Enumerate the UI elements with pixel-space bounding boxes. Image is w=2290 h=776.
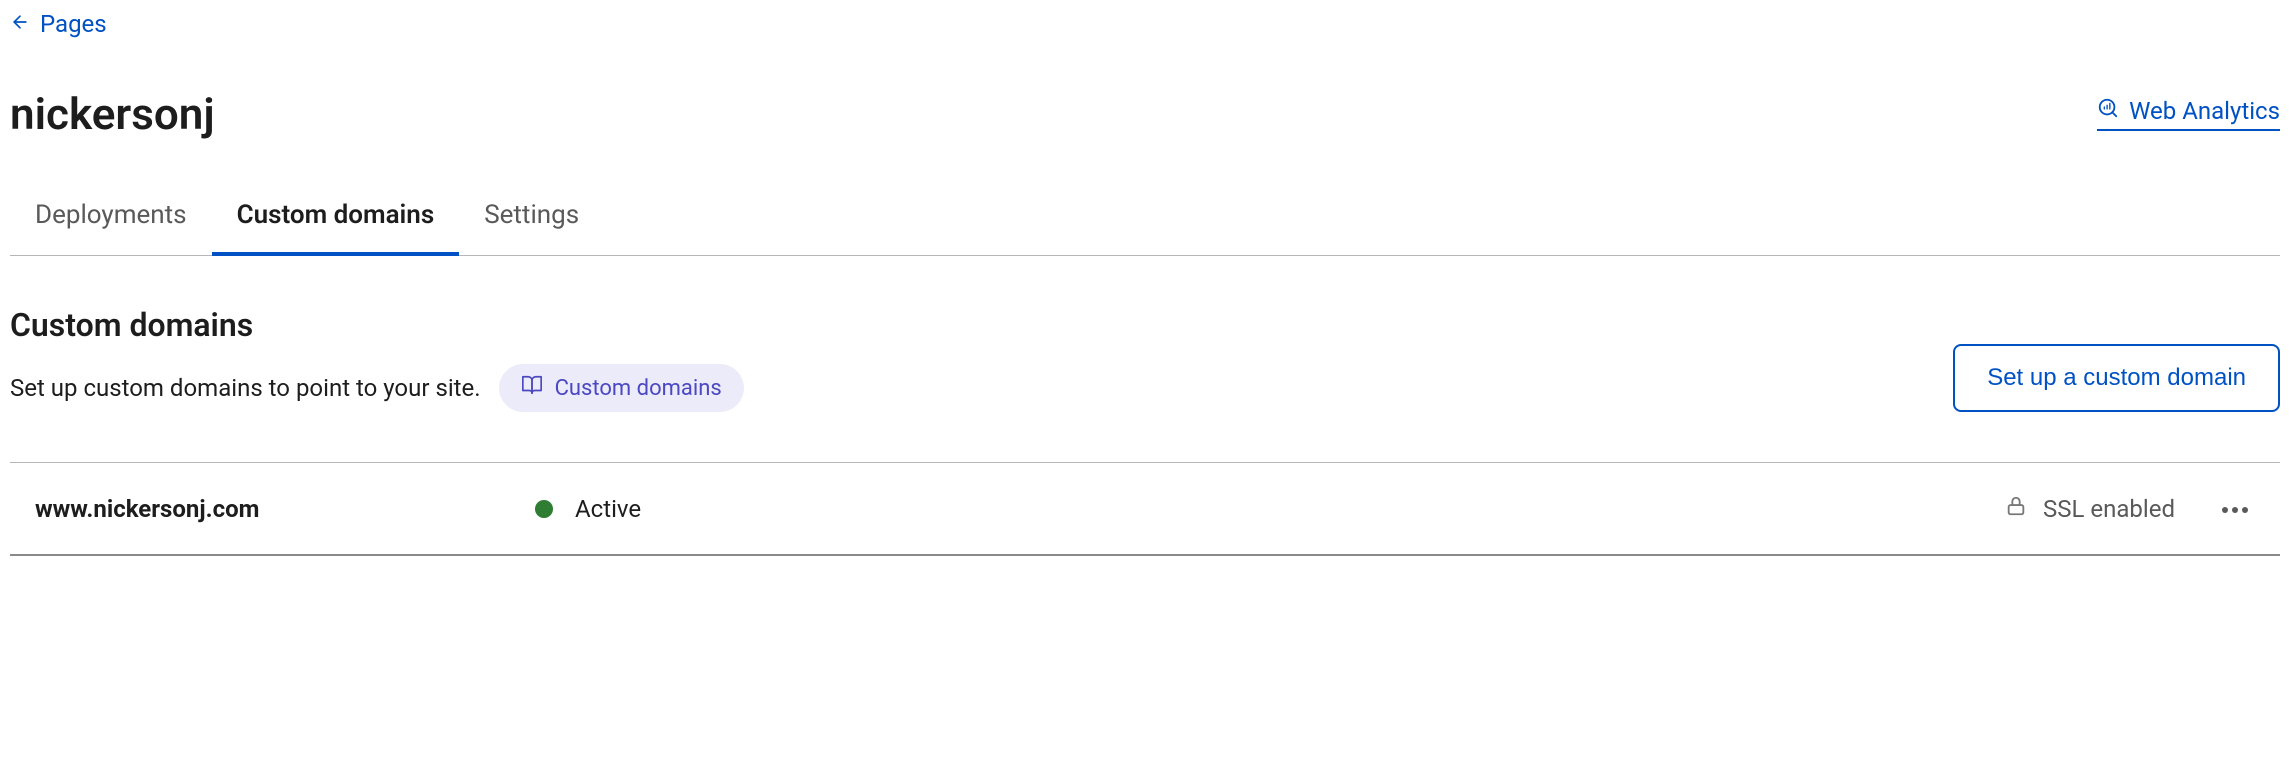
section-title: Custom domains [10,306,744,344]
section-left: Custom domains Set up custom domains to … [10,306,744,412]
section-desc-row: Set up custom domains to point to your s… [10,364,744,412]
analytics-icon [2097,97,2119,125]
status-dot-icon [535,500,553,518]
domain-name: www.nickersonj.com [35,495,535,523]
ssl-group: SSL enabled [2005,495,2175,523]
section-description: Set up custom domains to point to your s… [10,374,481,402]
header-row: nickersonj Web Analytics [10,88,2280,140]
status-group: Active [535,495,2005,523]
status-text: Active [575,495,641,523]
table-row: www.nickersonj.com Active SSL enabled [10,462,2280,556]
breadcrumb-link[interactable]: Pages [40,10,107,38]
section-header: Custom domains Set up custom domains to … [10,306,2280,412]
tab-deployments[interactable]: Deployments [10,200,212,255]
lock-icon [2005,495,2027,523]
help-pill-custom-domains[interactable]: Custom domains [499,364,744,412]
breadcrumb[interactable]: Pages [10,10,2280,38]
web-analytics-label: Web Analytics [2129,97,2280,125]
more-actions-button[interactable] [2215,493,2255,524]
tabs: Deployments Custom domains Settings [10,200,2280,256]
book-icon [521,374,543,402]
more-horizontal-icon [2221,499,2249,518]
help-pill-label: Custom domains [555,376,722,401]
tab-custom-domains[interactable]: Custom domains [212,200,460,255]
ssl-text: SSL enabled [2043,495,2175,523]
setup-custom-domain-button[interactable]: Set up a custom domain [1953,344,2280,412]
back-arrow-icon [10,12,30,36]
page-title: nickersonj [10,88,215,140]
tab-settings[interactable]: Settings [459,200,604,255]
web-analytics-link[interactable]: Web Analytics [2097,97,2280,131]
